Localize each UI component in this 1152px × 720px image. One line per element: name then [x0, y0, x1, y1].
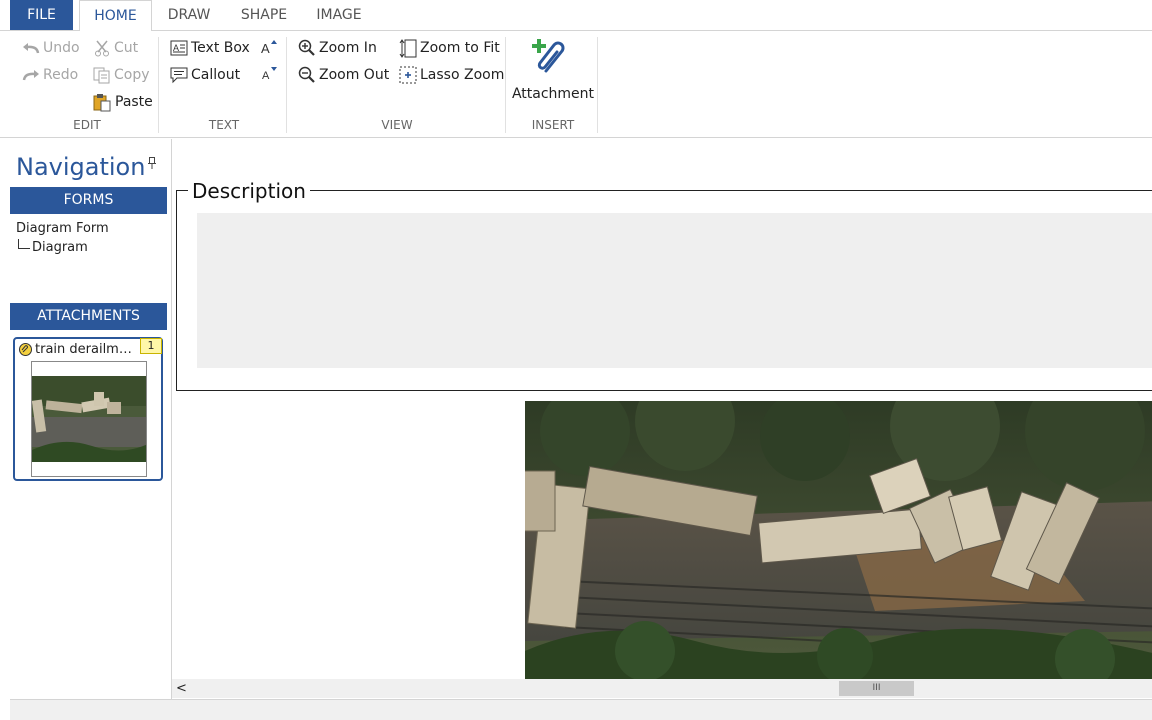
group-separator — [286, 37, 287, 133]
callout-label: Callout — [191, 67, 241, 83]
ribbon-tab-bar: FILE HOME DRAW SHAPE IMAGE — [0, 0, 1152, 32]
zoom-to-fit-icon — [399, 38, 417, 58]
attachment-count-badge: 1 — [140, 338, 162, 354]
paste-button[interactable]: Paste — [93, 91, 153, 113]
svg-text:A: A — [262, 70, 270, 81]
lasso-zoom-button[interactable]: Lasso Zoom — [399, 64, 504, 86]
zoom-in-button[interactable]: Zoom In — [298, 37, 377, 59]
cut-icon — [95, 40, 109, 56]
tree-item-diagram[interactable]: Diagram — [18, 239, 88, 255]
tab-shape[interactable]: SHAPE — [237, 0, 291, 31]
zoom-in-icon — [298, 39, 315, 56]
cut-label: Cut — [114, 40, 139, 56]
undo-icon — [23, 43, 40, 54]
font-grow-icon: A — [261, 40, 277, 55]
attachment-thumbnail[interactable] — [31, 361, 147, 477]
redo-icon — [22, 70, 39, 81]
text-group-label: TEXT — [208, 118, 240, 132]
attachment-paperclip-icon — [19, 343, 32, 356]
text-box-icon: A — [170, 40, 188, 56]
attachment-button[interactable]: Attachment — [510, 37, 596, 103]
lasso-zoom-icon — [399, 66, 417, 84]
zoom-in-label: Zoom In — [319, 40, 377, 56]
attachment-card[interactable]: train derailmen... 1 — [13, 337, 163, 481]
tab-file[interactable]: FILE — [10, 0, 73, 30]
description-legend: Description — [188, 179, 310, 203]
tree-item-label: Diagram — [32, 240, 88, 255]
svg-text:A: A — [261, 41, 270, 55]
tree-branch-line — [18, 239, 30, 249]
group-separator — [505, 37, 506, 133]
zoom-to-fit-button[interactable]: Zoom to Fit — [399, 37, 500, 59]
redo-label: Redo — [43, 67, 79, 83]
copy-label: Copy — [114, 67, 150, 83]
group-separator — [158, 37, 159, 133]
ribbon: Undo Redo Cut Copy Paste EDIT A Text Box… — [0, 31, 1152, 138]
tree-item-diagram-form[interactable]: Diagram Form — [16, 221, 109, 236]
description-field[interactable] — [197, 213, 1152, 368]
copy-icon — [93, 67, 110, 83]
status-bar — [10, 699, 1152, 720]
callout-button[interactable]: Callout — [170, 64, 240, 86]
attachment-name: train derailmen... — [35, 342, 138, 357]
redo-button[interactable]: Redo — [22, 64, 78, 86]
lasso-zoom-label: Lasso Zoom — [420, 67, 505, 83]
horizontal-scrollbar[interactable]: < III — [172, 679, 1152, 698]
forms-header[interactable]: FORMS — [10, 187, 167, 214]
form-canvas: Description — [172, 139, 1152, 699]
tab-image[interactable]: IMAGE — [312, 0, 366, 31]
copy-button[interactable]: Copy — [93, 64, 150, 86]
attachments-header[interactable]: ATTACHMENTS — [10, 303, 167, 330]
scroll-thumb[interactable]: III — [839, 681, 914, 696]
attachment-label: Attachment — [511, 86, 595, 102]
zoom-out-button[interactable]: Zoom Out — [298, 64, 389, 86]
zoom-out-label: Zoom Out — [319, 67, 390, 83]
text-box-button[interactable]: A Text Box — [170, 37, 250, 59]
zoom-out-icon — [298, 66, 315, 83]
navigation-title: Navigation — [16, 153, 146, 181]
undo-button[interactable]: Undo — [22, 37, 80, 59]
tab-home[interactable]: HOME — [79, 0, 152, 32]
app-window: FILE HOME DRAW SHAPE IMAGE Undo Redo Cut… — [0, 0, 1152, 720]
font-shrink-button[interactable]: A — [261, 62, 280, 84]
callout-icon — [170, 67, 188, 83]
attachment-image[interactable] — [525, 401, 1152, 679]
tab-draw[interactable]: DRAW — [164, 0, 214, 31]
scroll-left-arrow[interactable]: < — [176, 681, 187, 696]
font-shrink-icon: A — [262, 67, 277, 81]
group-separator — [597, 37, 598, 133]
paste-label: Paste — [115, 94, 153, 110]
edit-group-label: EDIT — [73, 118, 101, 132]
zoom-to-fit-label: Zoom to Fit — [420, 40, 500, 56]
text-box-label: Text Box — [191, 40, 250, 56]
insert-group-label: INSERT — [531, 118, 575, 132]
undo-label: Undo — [43, 40, 80, 56]
view-group-label: VIEW — [381, 118, 413, 132]
font-grow-button[interactable]: A — [261, 36, 280, 58]
pin-icon[interactable] — [148, 157, 156, 172]
attachment-icon — [532, 39, 565, 73]
navigation-panel: Navigation FORMS Diagram Form Diagram AT… — [10, 139, 171, 699]
paste-icon — [93, 93, 111, 111]
cut-button[interactable]: Cut — [94, 37, 138, 59]
